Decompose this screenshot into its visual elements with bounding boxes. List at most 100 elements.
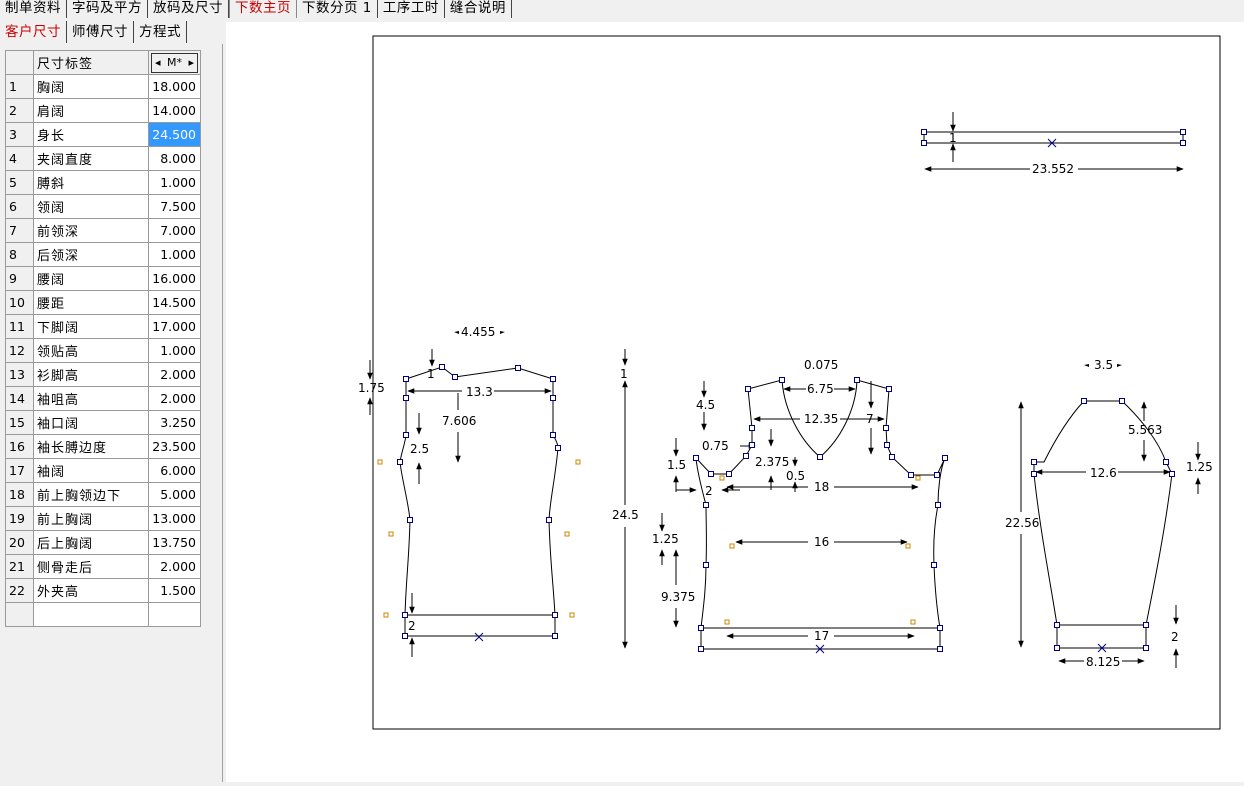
control-point[interactable] [937,625,943,631]
control-point[interactable] [908,472,914,478]
control-point[interactable] [1163,459,1169,465]
size-label-cell[interactable]: 领贴高 [33,338,149,363]
size-value-cell[interactable]: 5.000 [148,482,201,507]
table-row[interactable]: 7 前领深 7.000 [5,218,201,243]
size-label-cell[interactable]: 后上胸阔 [33,530,149,555]
empty-cell[interactable] [148,602,201,627]
table-row[interactable]: 8 后领深 1.000 [5,242,201,267]
control-point[interactable] [546,517,552,523]
control-point[interactable] [921,129,927,135]
control-point[interactable] [555,445,561,451]
table-row[interactable]: 22 外夹高 1.500 [5,578,201,603]
tab-master-size[interactable]: 师傅尺寸 [67,21,134,43]
size-value-cell[interactable]: 6.000 [148,458,201,483]
size-value-cell[interactable]: 14.500 [148,290,201,315]
control-point[interactable] [403,395,409,401]
control-point[interactable] [1180,129,1186,135]
table-row[interactable]: 2 肩阔 14.000 [5,98,201,123]
control-point[interactable] [402,633,408,639]
control-point[interactable] [515,365,521,371]
control-point[interactable] [550,395,556,401]
size-label-cell[interactable]: 袖咀高 [33,386,149,411]
table-row[interactable]: 4 夹阔直度 8.000 [5,146,201,171]
table-row[interactable]: 15 袖口阔 3.250 [5,410,201,435]
control-point[interactable] [1081,398,1087,404]
control-point[interactable] [1143,622,1149,628]
control-point[interactable] [1180,140,1186,146]
control-point[interactable] [402,612,408,618]
control-point[interactable] [749,425,755,431]
control-point[interactable] [693,455,699,461]
control-point[interactable] [726,471,732,477]
control-point[interactable] [698,625,704,631]
size-value-cell[interactable]: 7.000 [148,218,201,243]
tab-main-page[interactable]: 下数主页 [229,0,297,18]
control-point[interactable] [779,377,785,383]
pattern-canvas[interactable]: 1 23.552 4.455 1.75 1 13.3 7.606 2.5 2 1… [226,22,1244,782]
control-point[interactable] [407,517,413,523]
control-point[interactable] [743,453,749,459]
tab-sub-page-1[interactable]: 下数分页 1 [297,0,378,18]
control-point[interactable] [931,562,937,568]
size-value-cell[interactable]: 17.000 [148,314,201,339]
table-row[interactable]: 18 前上胸领边下 5.000 [5,482,201,507]
control-point[interactable] [942,455,948,461]
table-row[interactable]: 1 胸阔 18.000 [5,74,201,99]
table-row[interactable]: 16 袖长膊边度 23.500 [5,434,201,459]
table-row[interactable]: 14 袖咀高 2.000 [5,386,201,411]
size-value-cell[interactable]: 14.000 [148,98,201,123]
size-value-cell[interactable]: 1.000 [148,242,201,267]
tab-customer-size[interactable]: 客户尺寸 [0,21,67,43]
table-row[interactable]: 21 侧骨走后 2.000 [5,554,201,579]
size-label-cell[interactable]: 袖长膊边度 [33,434,149,459]
table-row[interactable]: 3 身长 24.500 [5,122,201,147]
tab-process-time[interactable]: 工序工时 [378,0,445,18]
size-label-cell[interactable]: 领阔 [33,194,149,219]
control-point[interactable] [1031,471,1037,477]
control-point[interactable] [817,454,823,460]
size-value-cell[interactable]: 1.000 [148,338,201,363]
table-row[interactable]: 13 衫脚高 2.000 [5,362,201,387]
size-label-cell[interactable]: 后领深 [33,242,149,267]
size-label-cell[interactable]: 膊斜 [33,170,149,195]
control-point[interactable] [935,502,941,508]
table-row[interactable]: 6 领阔 7.500 [5,194,201,219]
size-label-cell[interactable]: 下脚阔 [33,314,149,339]
control-point[interactable] [403,376,409,382]
tab-sewing-notes[interactable]: 缝合说明 [445,0,512,18]
control-point[interactable] [703,562,709,568]
arrow-right-icon[interactable]: ▸ [188,56,194,69]
empty-cell[interactable] [33,602,149,627]
table-row[interactable]: 17 袖阔 6.000 [5,458,201,483]
table-row[interactable]: 5 膊斜 1.000 [5,170,201,195]
size-value-cell[interactable]: 13.750 [148,530,201,555]
control-point[interactable] [698,646,704,652]
size-label-cell[interactable]: 腰阔 [33,266,149,291]
control-point[interactable] [884,442,890,448]
size-label-cell[interactable]: 外夹高 [33,578,149,603]
size-label-cell[interactable]: 肩阔 [33,98,149,123]
control-point[interactable] [703,502,709,508]
control-point[interactable] [1143,645,1149,651]
size-value-cell[interactable]: 1.500 [148,578,201,603]
size-label-cell[interactable]: 袖阔 [33,458,149,483]
tab-formula[interactable]: 方程式 [134,21,187,43]
empty-cell[interactable] [5,602,34,627]
control-point[interactable] [1119,398,1125,404]
size-selector[interactable]: ◂ M* ▸ [151,52,198,73]
arrow-left-icon[interactable]: ◂ [155,56,161,69]
control-point[interactable] [550,376,556,382]
table-row[interactable]: 10 腰距 14.500 [5,290,201,315]
control-point[interactable] [1054,645,1060,651]
size-value-cell[interactable]: 24.500 [148,122,201,147]
size-value-cell[interactable]: 2.000 [148,554,201,579]
control-point[interactable] [439,364,445,370]
size-value-cell[interactable]: 16.000 [148,266,201,291]
size-label-cell[interactable]: 衫脚高 [33,362,149,387]
control-point[interactable] [934,472,940,478]
control-point[interactable] [886,386,892,392]
size-label-cell[interactable]: 身长 [33,122,149,147]
size-label-cell[interactable]: 胸阔 [33,74,149,99]
size-value-cell[interactable]: 2.000 [148,386,201,411]
control-point[interactable] [550,432,556,438]
